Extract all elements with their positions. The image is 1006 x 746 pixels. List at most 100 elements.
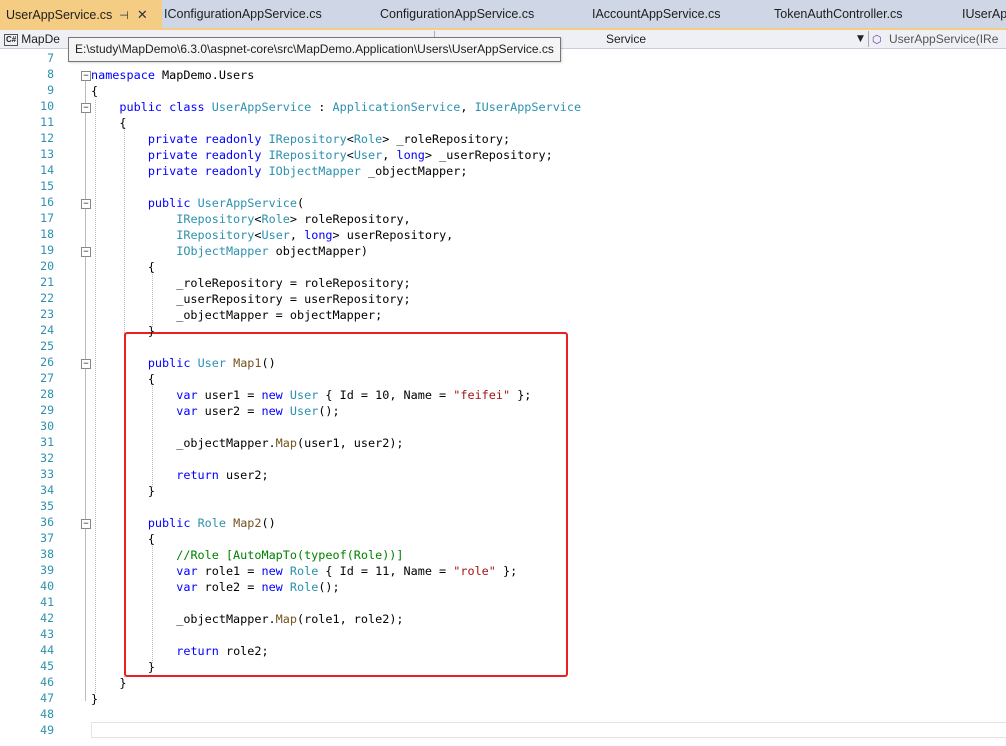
- code-editor[interactable]: 7 8 namespace MapDemo.Users −9{10 public cl…: [0, 49, 1006, 746]
- code-line[interactable]: var user1 = new User { Id = 10, Name = "…: [91, 387, 531, 403]
- tab-token-auth-controller[interactable]: TokenAuthController.cs: [768, 2, 960, 26]
- code-token: //Role [AutoMapTo(typeof(Role))]: [176, 548, 404, 562]
- tab-iconfiguration-app-service[interactable]: IConfigurationAppService.cs: [158, 2, 378, 26]
- code-line[interactable]: IObjectMapper objectMapper): [91, 243, 368, 259]
- tab-iaccount-app-service[interactable]: IAccountAppService.cs: [586, 2, 772, 26]
- code-line[interactable]: public User Map1(): [91, 355, 276, 371]
- code-token: {: [91, 84, 99, 98]
- member-dropdown[interactable]: ⬡ UserAppService(IRe: [872, 30, 1006, 48]
- code-line[interactable]: {: [91, 115, 126, 131]
- line-number: 23: [40, 307, 54, 321]
- code-token: User: [289, 404, 319, 418]
- code-line[interactable]: public Role Map2(): [91, 515, 276, 531]
- code-token: }: [91, 692, 99, 706]
- tab-configuration-app-service[interactable]: ConfigurationAppService.cs: [374, 2, 590, 26]
- code-line[interactable]: var role1 = new Role { Id = 11, Name = "…: [91, 563, 517, 579]
- line-number: 7: [47, 51, 54, 65]
- line-number: 38: [40, 547, 54, 561]
- code-line[interactable]: }: [91, 659, 155, 675]
- collapse-icon[interactable]: −: [81, 103, 91, 113]
- code-line[interactable]: }: [91, 483, 155, 499]
- code-line[interactable]: var role2 = new Role();: [91, 579, 339, 595]
- collapse-icon[interactable]: −: [81, 71, 91, 81]
- code-line[interactable]: private readonly IObjectMapper _objectMa…: [91, 163, 468, 179]
- line-number: 44: [40, 643, 54, 657]
- code-line[interactable]: var user2 = new User();: [91, 403, 339, 419]
- code-token: long: [304, 228, 333, 242]
- code-line[interactable]: public UserAppService(: [91, 195, 304, 211]
- code-line[interactable]: private readonly IRepository<User, long>…: [91, 147, 553, 163]
- pin-icon[interactable]: ⊣: [119, 10, 129, 22]
- code-token: User: [353, 148, 383, 162]
- code-token: (role1, role2);: [296, 612, 404, 626]
- code-token: UserAppService: [197, 196, 297, 210]
- code-token: (user1, user2);: [296, 436, 404, 450]
- code-line[interactable]: public class UserAppService : Applicatio…: [91, 99, 581, 115]
- code-line[interactable]: IRepository<Role> roleRepository,: [91, 211, 410, 227]
- collapse-icon[interactable]: −: [81, 247, 91, 257]
- line-number: 18: [40, 227, 54, 241]
- collapse-icon[interactable]: −: [81, 519, 91, 529]
- line-number: 29: [40, 403, 54, 417]
- code-token: ApplicationService: [332, 100, 461, 114]
- tab-user-app-service[interactable]: UserAppService.cs ⊣ ✕: [0, 0, 162, 28]
- code-token: var: [176, 388, 198, 402]
- line-number: 19: [40, 243, 54, 257]
- close-icon[interactable]: ✕: [137, 7, 148, 22]
- tab-label: TokenAuthController.cs: [774, 7, 903, 21]
- code-line[interactable]: //Role [AutoMapTo(typeof(Role))]: [91, 547, 404, 563]
- collapse-icon[interactable]: −: [81, 359, 91, 369]
- chevron-down-icon[interactable]: ▼: [857, 30, 864, 48]
- code-token: Map2: [233, 516, 262, 530]
- code-token: private readonly: [147, 132, 262, 146]
- line-number: 45: [40, 659, 54, 673]
- collapse-icon[interactable]: −: [81, 199, 91, 209]
- code-line[interactable]: _objectMapper = objectMapper;: [91, 307, 382, 323]
- code-token: _roleRepository = roleRepository;: [91, 276, 411, 290]
- code-token: { Id = 11, Name =: [318, 564, 454, 578]
- tab-label: IUserApp: [962, 7, 1006, 21]
- project-dropdown[interactable]: C# MapDe: [0, 30, 70, 48]
- code-line[interactable]: namespace MapDemo.Users: [91, 67, 254, 83]
- code-line[interactable]: }: [91, 323, 155, 339]
- code-token: namespace: [91, 68, 155, 82]
- tab-iuser-app-service[interactable]: IUserApp: [956, 2, 1006, 26]
- code-line[interactable]: return role2;: [91, 643, 268, 659]
- code-line[interactable]: IRepository<User, long> userRepository,: [91, 227, 453, 243]
- code-token: <: [346, 148, 354, 162]
- code-line[interactable]: {: [91, 371, 155, 387]
- code-line[interactable]: {: [91, 83, 98, 99]
- code-line[interactable]: }: [91, 675, 126, 691]
- code-token: _objectMapper = objectMapper;: [91, 308, 383, 322]
- line-number: 26: [40, 355, 54, 369]
- code-token: (): [261, 516, 276, 530]
- code-line[interactable]: _roleRepository = roleRepository;: [91, 275, 411, 291]
- code-line[interactable]: private readonly IRepository<Role> _role…: [91, 131, 510, 147]
- code-line[interactable]: {: [91, 259, 155, 275]
- code-line[interactable]: _userRepository = userRepository;: [91, 291, 410, 307]
- type-dropdown[interactable]: Service: [606, 30, 856, 48]
- code-line[interactable]: }: [91, 691, 98, 707]
- code-line[interactable]: _objectMapper.Map(role1, role2);: [91, 611, 404, 627]
- code-token: IUserAppService: [474, 100, 582, 114]
- code-token: _objectMapper.: [91, 436, 276, 450]
- code-token: {: [91, 372, 155, 386]
- tab-label: ConfigurationAppService.cs: [380, 7, 535, 21]
- code-token: private readonly: [147, 164, 262, 178]
- code-line[interactable]: {: [91, 531, 155, 547]
- code-token: <: [346, 132, 354, 146]
- code-token: private readonly: [147, 148, 262, 162]
- line-number: 34: [40, 483, 54, 497]
- code-token: ,: [460, 100, 475, 114]
- code-line[interactable]: return user2;: [91, 467, 268, 483]
- code-line[interactable]: _objectMapper.Map(user1, user2);: [91, 435, 404, 451]
